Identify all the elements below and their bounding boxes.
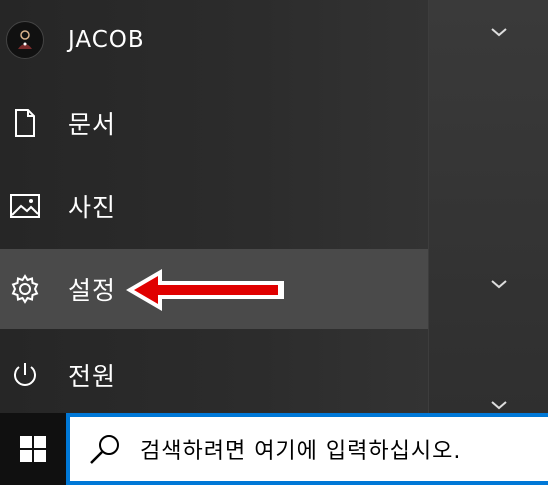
menu-item-pictures[interactable]: 사진: [0, 166, 428, 246]
chevron-down-icon[interactable]: [489, 277, 509, 291]
start-menu-tiles-panel: [428, 0, 548, 413]
search-input[interactable]: 검색하려면 여기에 입력하십시오.: [66, 413, 548, 485]
menu-item-label: 문서: [68, 110, 117, 139]
user-name: JACOB: [68, 27, 145, 53]
windows-logo-icon: [20, 436, 46, 462]
start-button[interactable]: [0, 413, 66, 485]
picture-icon: [0, 166, 50, 246]
menu-item-label: 사진: [68, 193, 117, 222]
power-icon: [0, 335, 50, 415]
menu-item-label: 전원: [68, 362, 117, 391]
chevron-down-icon[interactable]: [489, 398, 509, 412]
start-menu-left-rail: JACOB 문서 사진 설정 전원: [0, 0, 428, 413]
menu-item-label: 설정: [68, 276, 117, 305]
search-placeholder: 검색하려면 여기에 입력하십시오.: [140, 439, 462, 464]
gear-icon: [0, 249, 50, 329]
menu-item-power[interactable]: 전원: [0, 335, 428, 415]
document-icon: [0, 83, 50, 163]
start-menu: JACOB 문서 사진 설정 전원: [0, 0, 548, 413]
user-account-item[interactable]: JACOB: [0, 0, 428, 80]
red-arrow-left-icon: [122, 265, 292, 315]
avatar-figure-icon: [18, 30, 32, 49]
taskbar: 검색하려면 여기에 입력하십시오.: [0, 413, 548, 485]
chevron-down-icon[interactable]: [489, 25, 509, 39]
user-avatar: [6, 21, 44, 59]
user-icon-wrap: [0, 0, 50, 80]
search-icon: [90, 435, 119, 464]
menu-item-documents[interactable]: 문서: [0, 83, 428, 163]
